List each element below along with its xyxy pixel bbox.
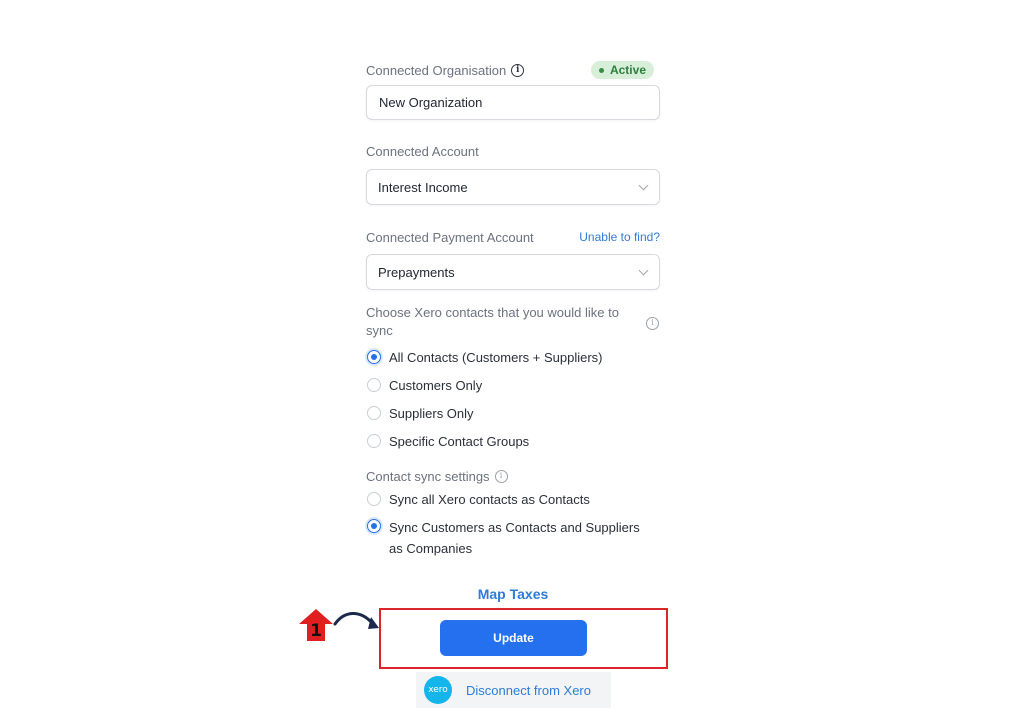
status-badge-label: Active bbox=[609, 63, 646, 77]
radio-suppliers-only[interactable]: Suppliers Only bbox=[366, 399, 660, 427]
contacts-label: Choose Xero contacts that you would like… bbox=[366, 305, 619, 338]
radio-button[interactable] bbox=[367, 350, 381, 364]
contacts-radio-group: All Contacts (Customers + Suppliers) Cus… bbox=[366, 343, 660, 455]
map-taxes-link[interactable]: Map Taxes bbox=[460, 586, 566, 602]
step-number-marker: 1 bbox=[299, 609, 333, 641]
status-dot-icon bbox=[598, 67, 604, 73]
account-select-value: Interest Income bbox=[378, 179, 468, 195]
payment-account-select-value: Prepayments bbox=[378, 264, 455, 280]
xero-settings-panel: Connected Organisation i Active New Orga… bbox=[366, 56, 660, 559]
account-select[interactable]: Interest Income bbox=[366, 169, 660, 205]
radio-label: Specific Contact Groups bbox=[389, 433, 530, 449]
sync-settings-label: Contact sync settings bbox=[366, 468, 490, 484]
update-button[interactable]: Update bbox=[440, 620, 587, 656]
radio-sync-all-as-contacts[interactable]: Sync all Xero contacts as Contacts bbox=[366, 485, 660, 513]
radio-label: Suppliers Only bbox=[389, 405, 474, 421]
disconnect-xero-button[interactable]: xero Disconnect from Xero bbox=[416, 672, 611, 708]
org-header: Connected Organisation i Active bbox=[366, 56, 660, 84]
payment-account-select[interactable]: Prepayments bbox=[366, 254, 660, 290]
curved-arrow-icon bbox=[333, 612, 379, 629]
step-number: 1 bbox=[310, 621, 322, 641]
radio-all-contacts[interactable]: All Contacts (Customers + Suppliers) bbox=[366, 343, 660, 371]
info-icon[interactable]: i bbox=[646, 316, 659, 330]
status-badge: Active bbox=[590, 61, 654, 79]
org-label: Connected Organisation bbox=[366, 62, 507, 78]
organization-field[interactable]: New Organization bbox=[366, 85, 660, 120]
radio-customers-only[interactable]: Customers Only bbox=[366, 371, 660, 399]
chevron-down-icon bbox=[638, 180, 649, 190]
account-label: Connected Account bbox=[366, 144, 479, 159]
radio-button[interactable] bbox=[367, 406, 381, 420]
chevron-down-icon bbox=[638, 265, 649, 275]
radio-specific-contact-groups[interactable]: Specific Contact Groups bbox=[366, 427, 660, 455]
radio-button[interactable] bbox=[367, 434, 381, 448]
radio-label: Customers Only bbox=[389, 377, 483, 393]
organization-value: New Organization bbox=[379, 95, 483, 110]
radio-label: All Contacts (Customers + Suppliers) bbox=[389, 349, 603, 365]
sync-settings-header: Contact sync settings i bbox=[366, 468, 660, 484]
sync-settings-radio-group: Sync all Xero contacts as Contacts Sync … bbox=[366, 485, 660, 559]
payment-account-label: Connected Payment Account bbox=[366, 229, 534, 245]
radio-button[interactable] bbox=[367, 519, 381, 533]
radio-label: Sync Customers as Contacts and Suppliers… bbox=[389, 520, 640, 556]
radio-sync-customers-suppliers[interactable]: Sync Customers as Contacts and Suppliers… bbox=[366, 517, 660, 559]
info-icon[interactable]: i bbox=[494, 469, 508, 483]
xero-logo-icon: xero bbox=[424, 676, 452, 704]
payment-account-header: Connected Payment Account Unable to find… bbox=[366, 229, 660, 245]
unable-to-find-link[interactable]: Unable to find? bbox=[579, 230, 660, 244]
contacts-header: Choose Xero contacts that you would like… bbox=[366, 304, 660, 340]
radio-label: Sync all Xero contacts as Contacts bbox=[389, 491, 590, 507]
info-icon[interactable]: i bbox=[511, 63, 525, 77]
radio-button[interactable] bbox=[367, 378, 381, 392]
radio-button[interactable] bbox=[367, 492, 381, 506]
disconnect-label: Disconnect from Xero bbox=[466, 682, 591, 698]
